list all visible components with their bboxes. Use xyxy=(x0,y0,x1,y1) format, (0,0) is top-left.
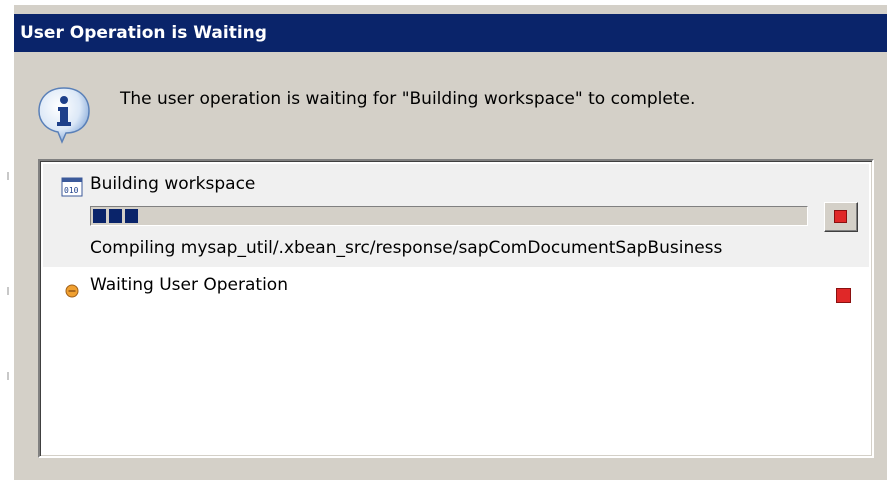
background-window-edge xyxy=(0,0,12,480)
progress-block xyxy=(125,209,138,223)
progress-fill xyxy=(93,209,138,223)
edge-tick xyxy=(7,172,9,180)
stop-icon[interactable] xyxy=(836,288,851,303)
screen: User Operation is Waiting The user opera… xyxy=(0,0,887,480)
binary-file-icon: 010 xyxy=(61,177,83,197)
dialog-message: The user operation is waiting for "Build… xyxy=(120,89,696,109)
cancel-building-workspace-button[interactable] xyxy=(824,202,858,232)
job-row-building-workspace[interactable]: 010 Building workspace Compiling mysap_u… xyxy=(43,164,869,267)
edge-tick xyxy=(7,372,9,380)
dialog-title: User Operation is Waiting xyxy=(14,14,887,52)
edge-tick xyxy=(7,287,9,295)
job-name: Building workspace xyxy=(90,174,256,194)
progress-block xyxy=(109,209,122,223)
waiting-status-icon xyxy=(65,284,79,298)
svg-text:010: 010 xyxy=(64,186,79,195)
progress-block xyxy=(93,209,106,223)
user-operation-dialog: User Operation is Waiting The user opera… xyxy=(14,5,887,480)
job-name: Waiting User Operation xyxy=(90,275,288,295)
job-list[interactable]: 010 Building workspace Compiling mysap_u… xyxy=(38,159,874,458)
job-row-waiting-user-operation[interactable]: Waiting User Operation xyxy=(43,267,869,307)
stop-icon xyxy=(834,210,847,223)
job-task-detail: Compiling mysap_util/.xbean_src/response… xyxy=(90,238,723,258)
information-icon xyxy=(38,87,90,144)
progress-bar xyxy=(90,206,808,226)
